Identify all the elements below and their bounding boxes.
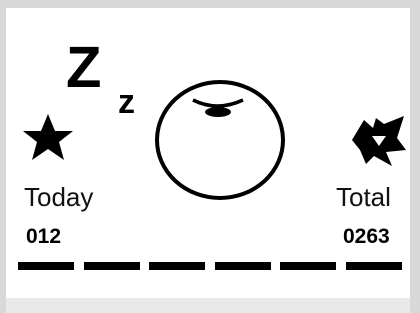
- progress-segment: [149, 262, 206, 270]
- progress-bar: [18, 262, 402, 270]
- sleep-z-large: Z: [66, 35, 101, 100]
- total-value: 0263: [343, 225, 390, 248]
- sleeping-face-icon: [155, 80, 285, 200]
- progress-segment: [345, 262, 402, 270]
- total-label: Total: [336, 182, 391, 212]
- progress-segment: [18, 262, 74, 270]
- today-value: 012: [26, 225, 62, 248]
- star-icon: [23, 114, 73, 160]
- progress-segment: [83, 262, 140, 270]
- star-burst-icon: [352, 116, 406, 166]
- today-label: Today: [24, 182, 94, 212]
- sleep-z-small: z: [118, 83, 135, 121]
- progress-segment: [280, 262, 337, 270]
- progress-segment: [214, 262, 271, 270]
